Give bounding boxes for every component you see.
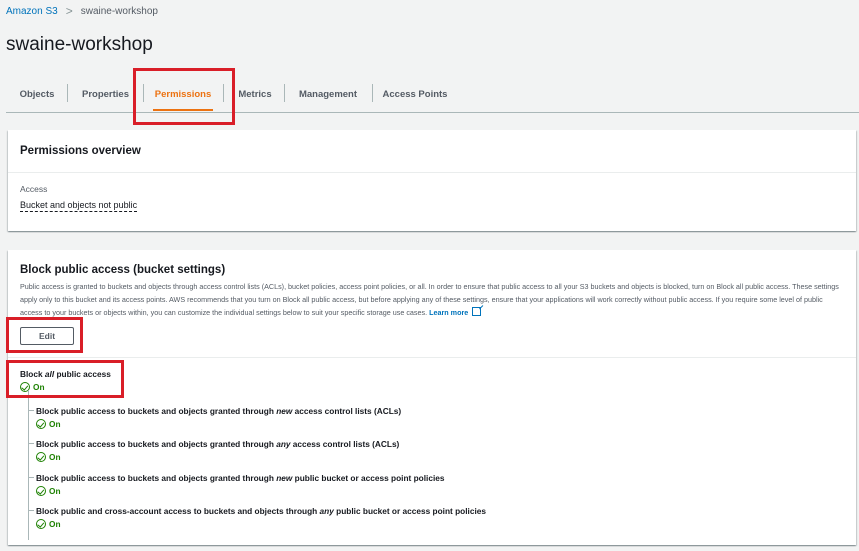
permissions-overview-title: Permissions overview — [8, 130, 856, 173]
setting-text: Block public access to buckets and objec… — [36, 473, 277, 483]
setting-emphasis: new — [276, 406, 293, 416]
setting-emphasis: new — [276, 473, 293, 483]
check-circle-icon — [36, 419, 46, 429]
tree-branch — [28, 443, 34, 444]
setting-text: Block public access to buckets and objec… — [36, 406, 277, 416]
setting-text: public bucket or access point policies — [292, 473, 445, 483]
learn-more-link[interactable]: Learn more — [429, 308, 468, 317]
block-new-acls-label: Block public access to buckets and objec… — [36, 406, 401, 416]
block-any-policies-status: On — [36, 519, 61, 529]
check-circle-icon — [36, 452, 46, 462]
tree-connector — [28, 390, 29, 540]
block-any-policies-label: Block public and cross-account access to… — [36, 506, 486, 516]
setting-emphasis: any — [276, 439, 291, 449]
chevron-right-icon: > — [65, 4, 73, 18]
setting-text: Block — [20, 369, 45, 379]
block-any-acls-status: On — [36, 452, 61, 462]
breadcrumb-amazon-s3-link[interactable]: Amazon S3 — [6, 6, 58, 17]
status-text: On — [33, 382, 45, 392]
block-public-access-title: Block public access (bucket settings) — [20, 264, 226, 276]
page-title: swaine-workshop — [6, 34, 153, 55]
setting-text: Block public and cross-account access to… — [36, 506, 320, 516]
section-divider — [8, 357, 856, 358]
setting-text: Block public access to buckets and objec… — [36, 439, 277, 449]
tree-branch — [28, 410, 34, 411]
edit-button[interactable]: Edit — [20, 327, 74, 345]
breadcrumb-current: swaine-workshop — [80, 5, 158, 17]
tab-objects[interactable]: Objects — [6, 76, 68, 112]
setting-text: access control lists (ACLs) — [292, 406, 402, 416]
tree-branch — [28, 477, 34, 478]
block-all-public-access-label: Block all public access — [20, 369, 111, 379]
tab-access-points[interactable]: Access Points — [372, 76, 458, 112]
block-new-acls-status: On — [36, 419, 61, 429]
tab-management[interactable]: Management — [284, 76, 372, 112]
tab-divider — [223, 84, 224, 102]
setting-emphasis: any — [319, 506, 334, 516]
setting-emphasis: all — [44, 369, 55, 379]
tab-metrics[interactable]: Metrics — [226, 76, 284, 112]
status-text: On — [49, 419, 61, 429]
access-label: Access — [20, 184, 48, 194]
block-any-acls-label: Block public access to buckets and objec… — [36, 439, 399, 449]
block-new-policies-label: Block public access to buckets and objec… — [36, 473, 445, 483]
block-public-access-panel: Block public access (bucket settings) Pu… — [8, 250, 856, 545]
status-text: On — [49, 519, 61, 529]
check-circle-icon — [36, 486, 46, 496]
breadcrumb: Amazon S3 > swaine-workshop — [6, 4, 158, 18]
tab-permissions[interactable]: Permissions — [143, 76, 223, 112]
external-link-icon[interactable] — [472, 307, 482, 316]
status-text: On — [49, 452, 61, 462]
setting-text: public bucket or access point policies — [333, 506, 486, 516]
setting-text: public access — [54, 369, 111, 379]
permissions-overview-panel: Permissions overview Access Bucket and o… — [8, 130, 856, 231]
block-new-policies-status: On — [36, 486, 61, 496]
tree-branch — [28, 510, 34, 511]
status-text: On — [49, 486, 61, 496]
access-value[interactable]: Bucket and objects not public — [20, 200, 138, 212]
block-all-status: On — [20, 382, 45, 392]
bucket-tabs: Objects Properties Permissions Metrics M… — [6, 76, 859, 113]
setting-text: access control lists (ACLs) — [290, 439, 400, 449]
block-public-access-description: Public access is granted to buckets and … — [20, 280, 840, 319]
tab-properties[interactable]: Properties — [68, 76, 143, 112]
check-circle-icon — [36, 519, 46, 529]
